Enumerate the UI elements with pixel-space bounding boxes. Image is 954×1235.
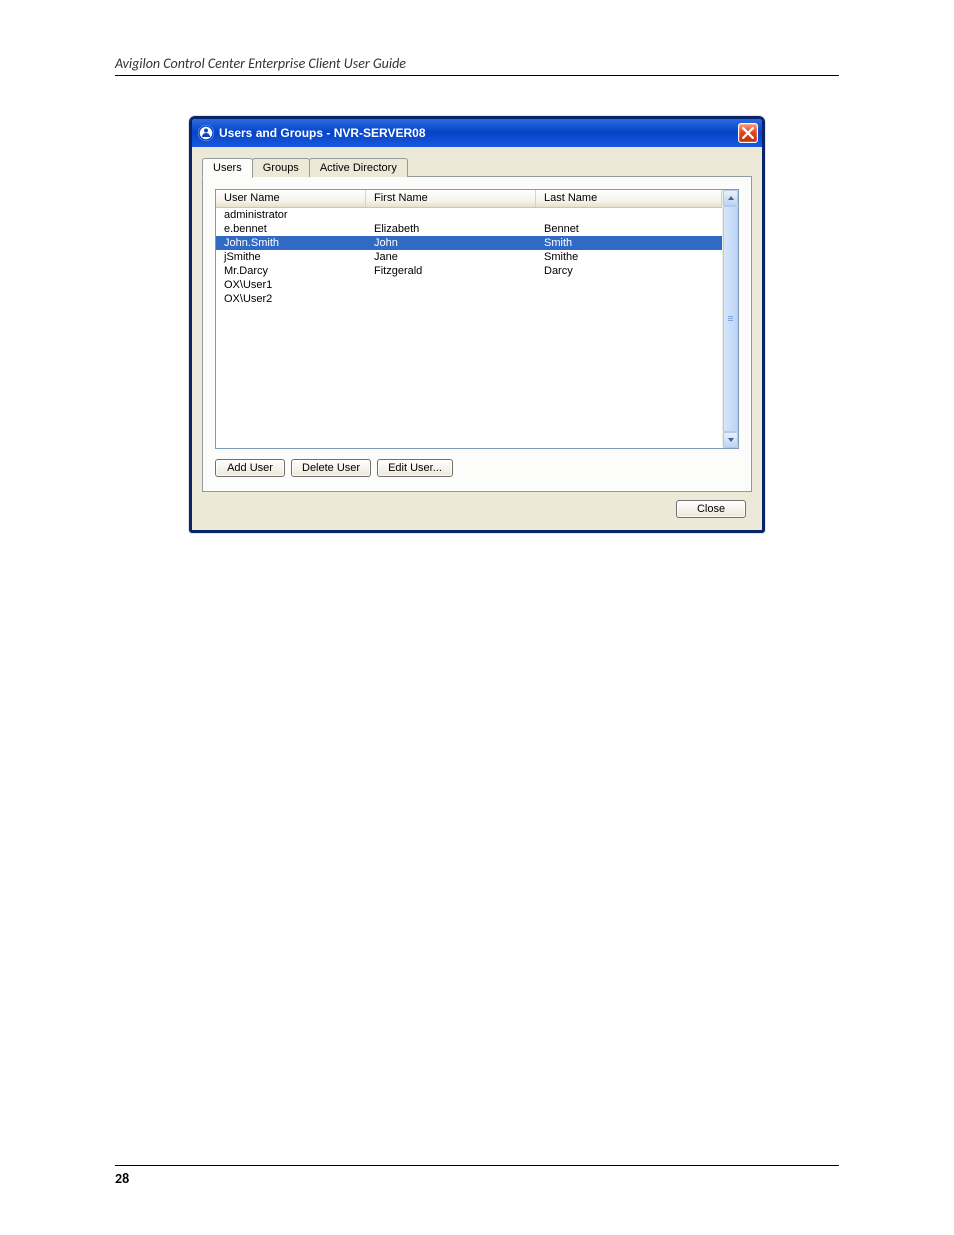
users-groups-dialog: Users and Groups - NVR-SERVER08 Users Gr…	[189, 116, 765, 533]
cell-lastname	[536, 292, 722, 306]
dialog-footer: Close	[202, 492, 752, 520]
close-icon[interactable]	[738, 123, 758, 143]
cell-firstname: Jane	[366, 250, 536, 264]
titlebar: Users and Groups - NVR-SERVER08	[192, 119, 762, 147]
cell-username: OX\User2	[216, 292, 366, 306]
cell-username: jSmithe	[216, 250, 366, 264]
delete-user-button[interactable]: Delete User	[291, 459, 371, 477]
cell-firstname: Fitzgerald	[366, 264, 536, 278]
table-row[interactable]: administrator	[216, 208, 722, 222]
cell-lastname: Smithe	[536, 250, 722, 264]
page-number: 28	[115, 1165, 839, 1187]
tab-strip: Users Groups Active Directory	[202, 157, 752, 176]
cell-firstname	[366, 278, 536, 292]
users-list: User Name First Name Last Name administr…	[215, 189, 739, 449]
column-lastname[interactable]: Last Name	[536, 190, 722, 207]
cell-username: John.Smith	[216, 236, 366, 250]
scroll-track[interactable]	[723, 206, 738, 432]
list-header: User Name First Name Last Name	[216, 190, 722, 208]
table-row[interactable]: OX\User1	[216, 278, 722, 292]
table-row[interactable]: John.SmithJohnSmith	[216, 236, 722, 250]
cell-firstname: Elizabeth	[366, 222, 536, 236]
scroll-thumb[interactable]	[723, 206, 738, 432]
scroll-down-icon[interactable]	[723, 432, 738, 448]
button-row: Add User Delete User Edit User...	[215, 459, 739, 477]
table-row[interactable]: OX\User2	[216, 292, 722, 306]
tab-users[interactable]: Users	[202, 158, 253, 178]
scroll-up-icon[interactable]	[723, 190, 738, 206]
cell-firstname: John	[366, 236, 536, 250]
scrollbar[interactable]	[722, 190, 738, 448]
users-tab-panel: User Name First Name Last Name administr…	[202, 176, 752, 492]
table-row[interactable]: e.bennetElizabethBennet	[216, 222, 722, 236]
cell-username: Mr.Darcy	[216, 264, 366, 278]
tab-active-directory[interactable]: Active Directory	[309, 158, 408, 177]
cell-lastname: Bennet	[536, 222, 722, 236]
cell-username: OX\User1	[216, 278, 366, 292]
dialog-body: Users Groups Active Directory User Name …	[192, 147, 762, 530]
app-icon	[198, 125, 214, 141]
cell-lastname: Darcy	[536, 264, 722, 278]
cell-firstname	[366, 292, 536, 306]
cell-username: e.bennet	[216, 222, 366, 236]
table-row[interactable]: Mr.DarcyFitzgeraldDarcy	[216, 264, 722, 278]
close-button[interactable]: Close	[676, 500, 746, 518]
column-firstname[interactable]: First Name	[366, 190, 536, 207]
cell-lastname	[536, 208, 722, 222]
cell-firstname	[366, 208, 536, 222]
dialog-title: Users and Groups - NVR-SERVER08	[219, 126, 738, 140]
cell-username: administrator	[216, 208, 366, 222]
edit-user-button[interactable]: Edit User...	[377, 459, 453, 477]
list-rows: administratore.bennetElizabethBennetJohn…	[216, 208, 722, 306]
column-username[interactable]: User Name	[216, 190, 366, 207]
add-user-button[interactable]: Add User	[215, 459, 285, 477]
cell-lastname	[536, 278, 722, 292]
cell-lastname: Smith	[536, 236, 722, 250]
tab-groups[interactable]: Groups	[252, 158, 310, 177]
doc-header: Avigilon Control Center Enterprise Clien…	[115, 55, 839, 76]
table-row[interactable]: jSmitheJaneSmithe	[216, 250, 722, 264]
